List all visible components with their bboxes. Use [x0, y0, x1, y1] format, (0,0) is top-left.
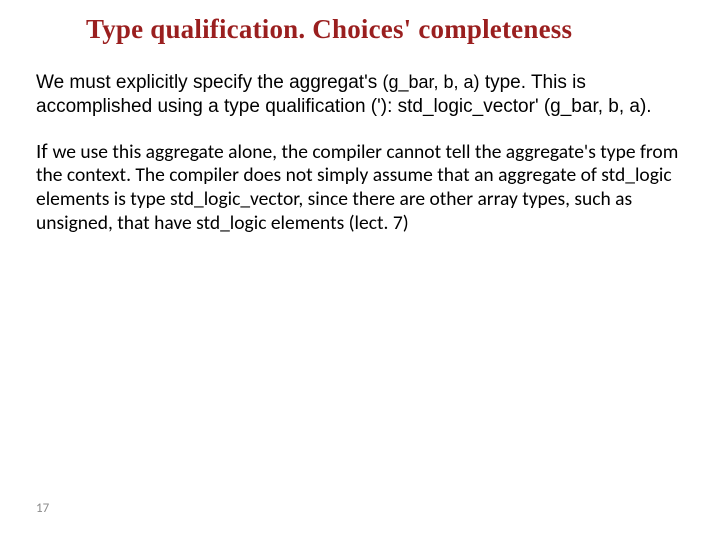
- slide: Type qualification. Choices' completenes…: [0, 0, 720, 540]
- para1-code: (g_bar, b, a): [382, 72, 479, 92]
- page-number: 17: [36, 501, 49, 516]
- para1-text-a: We must explicitly specify the aggregat'…: [36, 72, 382, 93]
- para2-body: we use this aggregate alone, the compile…: [36, 140, 678, 235]
- paragraph-2: If we use this aggregate alone, the comp…: [36, 139, 684, 236]
- paragraph-1: We must explicitly specify the aggregat'…: [36, 71, 684, 119]
- slide-title: Type qualification. Choices' completenes…: [86, 14, 684, 45]
- para2-lead: If: [36, 138, 52, 164]
